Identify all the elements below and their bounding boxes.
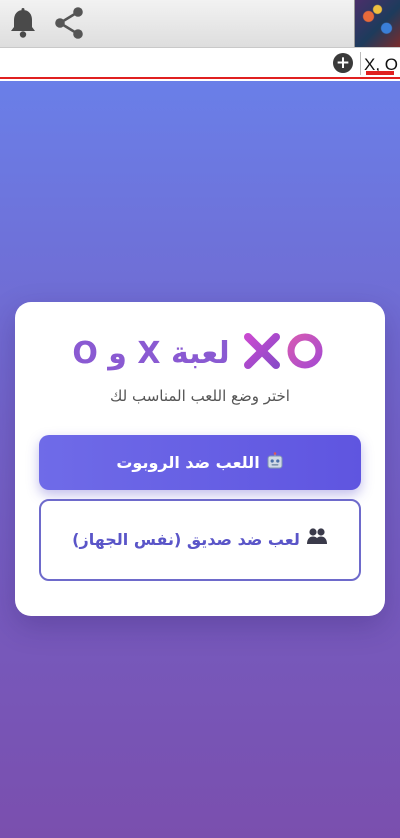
- tab-divider: [360, 52, 361, 75]
- subtitle: اختر وضع اللعب المناسب لك: [110, 387, 290, 405]
- share-icon[interactable]: [52, 6, 86, 40]
- play-vs-friend-button[interactable]: لعب ضد صديق (نفس الجهاز): [39, 499, 361, 581]
- play-vs-friend-label: لعب ضد صديق (نفس الجهاز): [72, 529, 300, 549]
- bell-icon[interactable]: [6, 6, 40, 40]
- xo-logo-icon: [242, 330, 328, 376]
- two-people-icon: [306, 527, 328, 553]
- plus-circle-icon[interactable]: +: [333, 53, 353, 73]
- mode-select-card: لعبة X و O اختر وضع اللعب المناسب لك الل…: [15, 302, 385, 616]
- play-vs-robot-button[interactable]: اللعب ضد الروبوت: [39, 435, 361, 490]
- page-title: لعبة X و O: [72, 335, 230, 371]
- tab-active-indicator: [366, 71, 394, 75]
- tab-bar: + X, O: [0, 48, 400, 79]
- game-screen: لعبة X و O اختر وضع اللعب المناسب لك الل…: [0, 81, 400, 838]
- title-row: لعبة X و O: [15, 328, 385, 378]
- top-app-bar: [0, 0, 400, 48]
- play-vs-robot-label: اللعب ضد الروبوت: [116, 453, 260, 472]
- game-thumbnail[interactable]: [354, 0, 400, 47]
- robot-icon: [266, 451, 284, 474]
